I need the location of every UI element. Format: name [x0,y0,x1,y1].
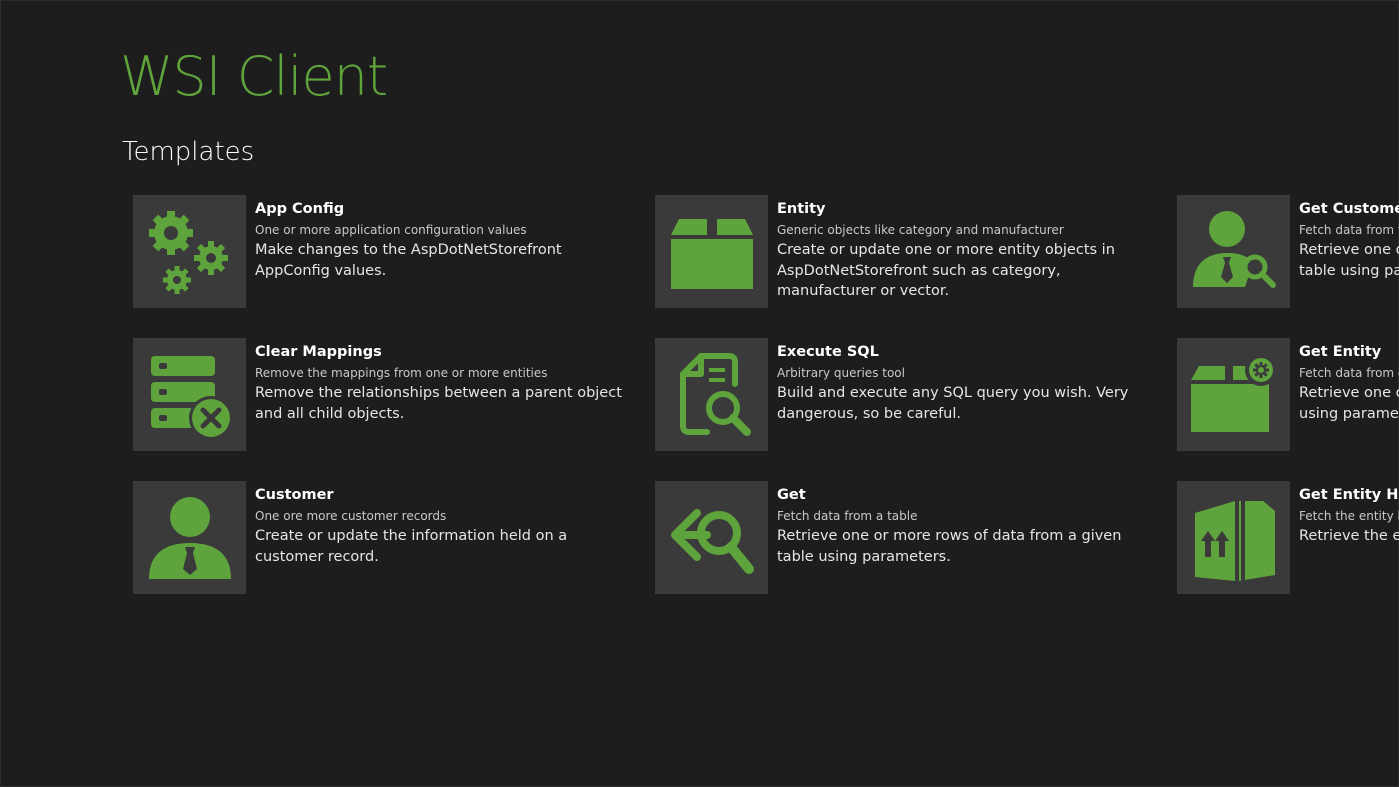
template-subtitle: Fetch data from th [1299,223,1399,237]
template-thumbnail [1177,195,1290,308]
template-name: Get Customer [1299,201,1399,217]
template-description-line2: using paramete [1299,405,1399,422]
box-icon [670,218,753,289]
template-subtitle: Fetch data from or [1299,366,1399,380]
template-subtitle: Remove the mappings from one or more ent… [255,366,548,380]
template-thumbnail [655,195,768,308]
template-tile-get-entity-help[interactable]: Get Entity Help Fetch the entity he Retr… [1177,481,1399,594]
document-search-icon [679,352,751,436]
template-description: Create or update the information held on… [255,528,568,565]
template-subtitle: Arbitrary queries tool [777,366,905,380]
person-icon [148,496,231,579]
template-name: Customer [255,487,334,503]
template-subtitle: Fetch data from a table [777,509,918,523]
template-thumbnail [655,481,768,594]
template-name: Get Entity [1299,344,1382,360]
template-description-line2: table using para [1299,262,1399,279]
template-name: App Config [255,201,345,217]
template-thumbnail [1177,481,1290,594]
app-title: WSI Client [120,45,388,108]
app-window: WSI Client Templates App Config One or m… [0,0,1399,787]
template-thumbnail [133,195,246,308]
template-tile-app-config[interactable]: App Config One or more application confi… [133,195,623,308]
template-thumbnail [655,338,768,451]
template-tile-entity[interactable]: Entity Generic objects like category and… [655,195,1145,308]
template-name: Clear Mappings [255,344,382,360]
gears-icon [148,210,228,294]
arrow-search-icon [670,508,754,574]
person-search-icon [1192,210,1276,288]
template-subtitle: One ore more customer records [255,509,447,523]
database-remove-icon [150,355,233,440]
template-thumbnail [1177,338,1290,451]
template-tile-get-customer[interactable]: Get Customer Fetch data from th Retrieve… [1177,195,1399,308]
template-description: Retrieve one or more rows of data from a… [777,528,1122,565]
box-gear-icon [1190,353,1277,432]
template-tile-customer[interactable]: Customer One ore more customer records C… [133,481,623,594]
template-description: Retrieve one or [1299,385,1399,401]
template-name: Get [777,487,806,503]
template-thumbnail [133,338,246,451]
template-description: Remove the relationships between a paren… [255,385,622,422]
template-thumbnail [133,481,246,594]
template-description: Create or update one or more entity obje… [777,242,1115,299]
template-name: Entity [777,201,826,217]
template-description: Retrieve the ent [1299,528,1399,544]
template-subtitle: Generic objects like category and manufa… [777,223,1064,237]
template-subtitle: Fetch the entity he [1299,509,1399,523]
template-description: Make changes to the AspDotNetStorefront … [255,242,562,279]
template-description: Build and execute any SQL query you wish… [777,385,1129,422]
template-tile-get[interactable]: Get Fetch data from a table Retrieve one… [655,481,1145,594]
template-tile-get-entity[interactable]: Get Entity Fetch data from or Retrieve o… [1177,338,1399,451]
template-name: Execute SQL [777,344,879,360]
template-tile-clear-mappings[interactable]: Clear Mappings Remove the mappings from … [133,338,623,451]
open-box-icon [1194,500,1275,581]
template-description: Retrieve one or [1299,242,1399,258]
template-name: Get Entity Help [1299,487,1399,503]
template-subtitle: One or more application configuration va… [255,223,527,237]
template-tile-execute-sql[interactable]: Execute SQL Arbitrary queries tool Build… [655,338,1145,451]
templates-grid: App Config One or more application confi… [133,195,1399,595]
section-title: Templates [122,137,255,167]
